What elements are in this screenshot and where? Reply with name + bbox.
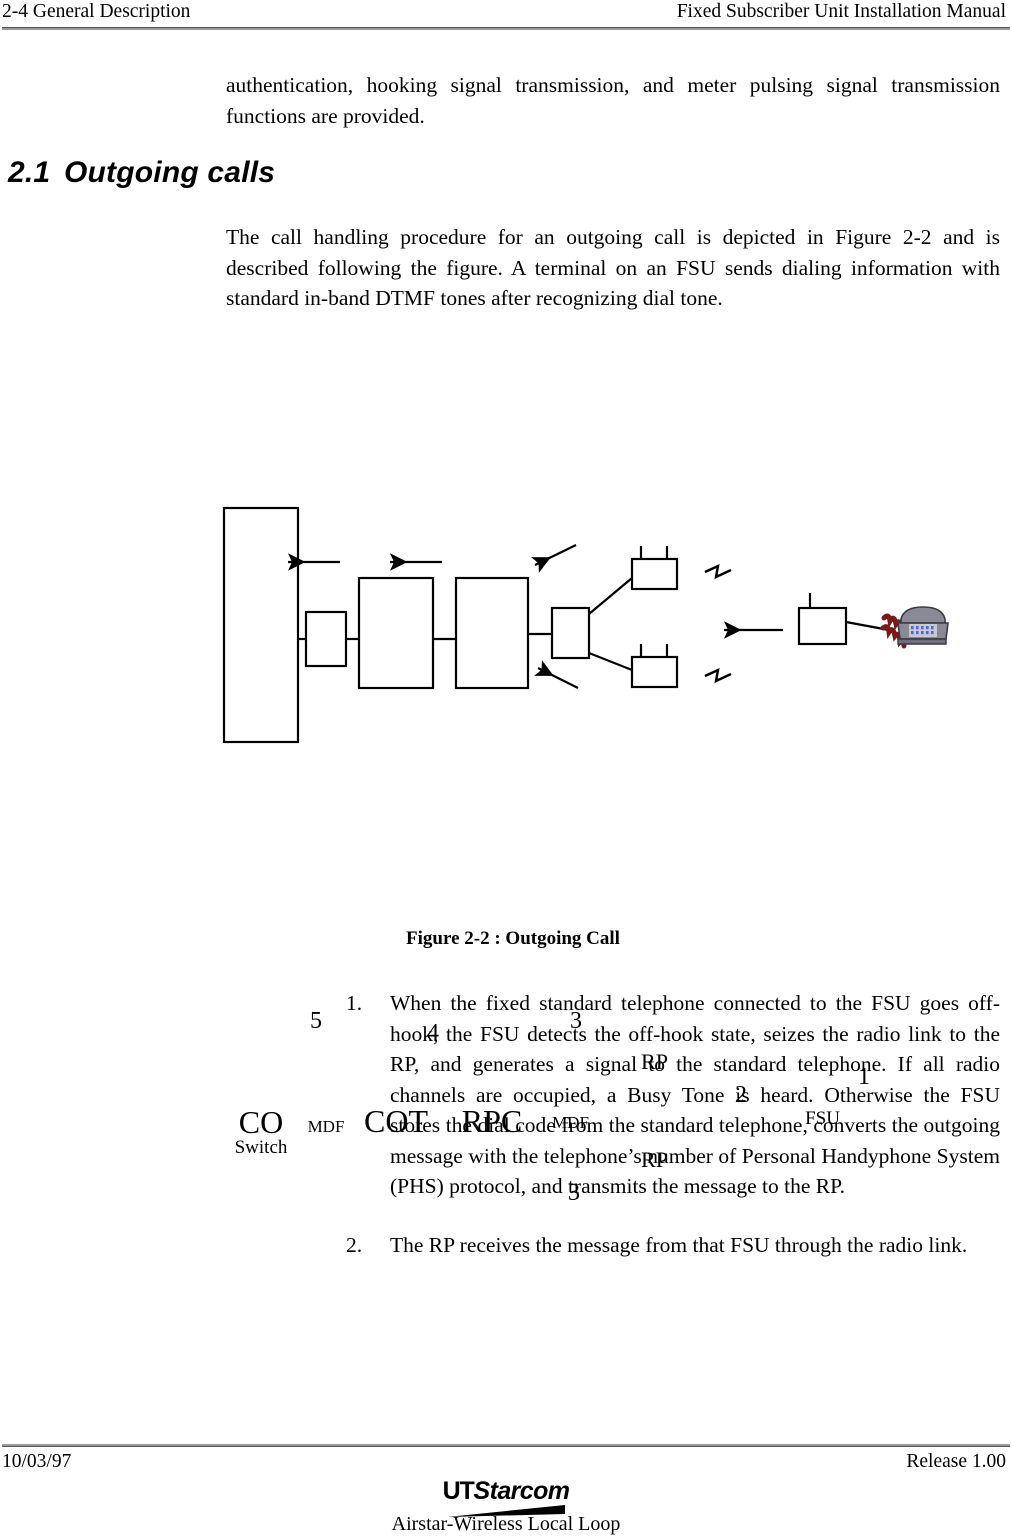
radio-wave-top-icon [704, 563, 732, 580]
footer-date: 10/03/97 [2, 1451, 72, 1472]
logo-ut-text: UT [442, 1477, 475, 1505]
rp-bottom-box [630, 655, 679, 689]
arrow-step-3-bottom [534, 660, 579, 689]
footer-tagline: Airstar-Wireless Local Loop [391, 1513, 621, 1535]
numbered-list: 1. When the fixed standard telephone con… [342, 988, 1000, 1288]
section-heading: 2.1 Outgoing calls [8, 156, 908, 190]
step-label-5: 5 [310, 1008, 322, 1034]
list-item-text: When the fixed standard telephone connec… [390, 991, 1000, 1198]
list-item: 1. When the fixed standard telephone con… [342, 988, 1000, 1202]
list-item: 2. The RP receives the message from that… [342, 1230, 1000, 1261]
link-mdf-rptop [588, 577, 633, 615]
continued-paragraph-block: authentication, hooking signal transmiss… [226, 70, 1000, 131]
section-title: Outgoing calls [64, 156, 276, 189]
co-switch-label-line1: CO [238, 1104, 284, 1140]
co-switch-box [222, 506, 300, 744]
rpc-box [454, 576, 530, 690]
logo-wordmark: UTStarcom [443, 1478, 570, 1504]
intro-paragraph: The call handling procedure for an outgo… [226, 225, 1000, 310]
arrow-step-3-top [531, 544, 577, 573]
mdf-left-label: MDF [307, 1117, 345, 1136]
continued-paragraph: authentication, hooking signal transmiss… [226, 73, 1000, 128]
mdf-right-box [550, 606, 591, 660]
footer-release: Release 1.00 [906, 1451, 1006, 1472]
radio-wave-bottom-icon [704, 667, 732, 684]
fsu-box [797, 606, 848, 646]
header-divider [2, 27, 1010, 30]
header-left-text: 2-4 General Description [2, 1, 191, 22]
link-mdf-rpbottom [588, 651, 633, 672]
header-right-text: Fixed Subscriber Unit Installation Manua… [676, 1, 1006, 22]
utstarcom-logo: UTStarcom [0, 1478, 1012, 1518]
list-item-marker: 1. [346, 991, 363, 1015]
logo-starcom-text: Starcom [473, 1477, 570, 1505]
mdf-left-box [304, 610, 348, 668]
co-switch-label-line2: Switch [234, 1137, 288, 1158]
footer-divider [2, 1444, 1010, 1447]
figure-outgoing-call-diagram: CO Switch MDF COT RPC MDF RP RP FSU 5 4 … [0, 490, 1012, 1206]
page-header: 2-4 General Description Fixed Subscriber… [0, 0, 1012, 30]
intro-paragraph-block: The call handling procedure for an outgo… [226, 222, 1000, 314]
cot-box [357, 576, 435, 690]
list-item-marker: 2. [346, 1232, 363, 1257]
figure-caption: Figure 2-2 : Outgoing Call [406, 928, 620, 949]
document-page: 2-4 General Description Fixed Subscriber… [0, 0, 1012, 1540]
section-number: 2.1 [8, 156, 51, 189]
list-item-text: The RP receives the message from that FS… [390, 1232, 968, 1257]
telephone-icon [880, 606, 949, 649]
rp-top-box [630, 557, 679, 591]
